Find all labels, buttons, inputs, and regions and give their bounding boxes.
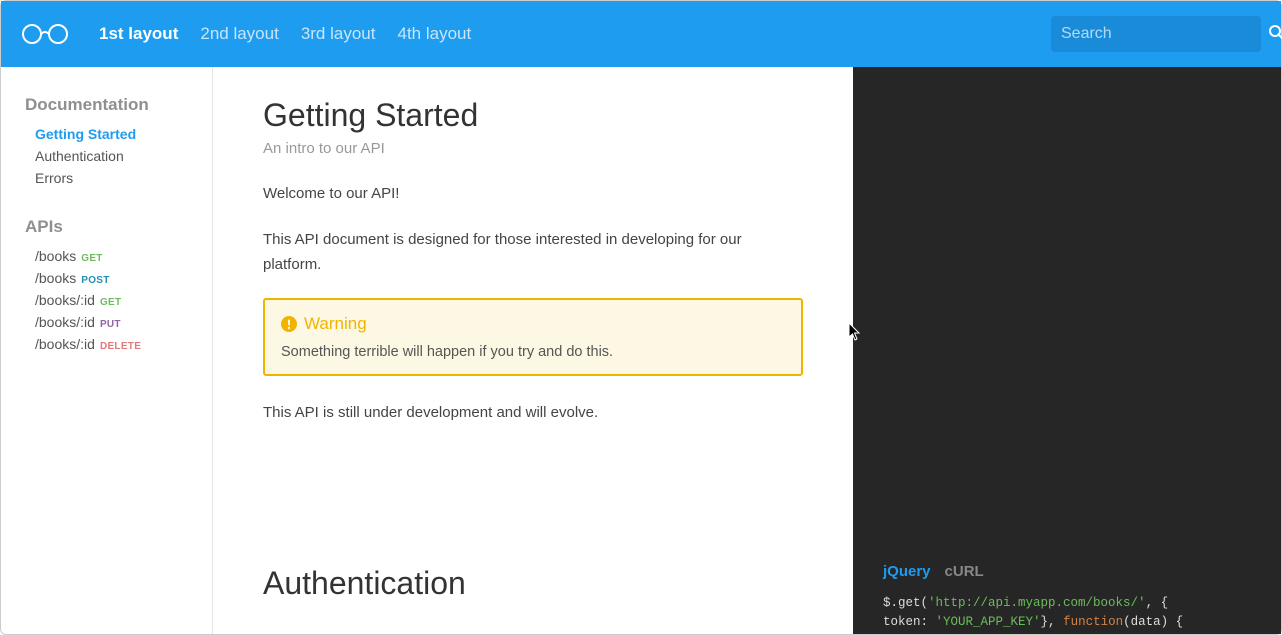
sidebar-item-authentication[interactable]: Authentication: [25, 145, 212, 167]
nav-links: 1st layout 2nd layout 3rd layout 4th lay…: [99, 24, 1051, 44]
section-title: Authentication: [263, 565, 803, 602]
nav-link-2[interactable]: 2nd layout: [200, 24, 278, 44]
sidebar-item-books-post[interactable]: /books POST: [25, 267, 212, 289]
nav-link-3[interactable]: 3rd layout: [301, 24, 376, 44]
content-wrap: Getting Started An intro to our API Welc…: [213, 67, 1281, 634]
page-title: Getting Started: [263, 97, 803, 134]
topbar: 1st layout 2nd layout 3rd layout 4th lay…: [1, 1, 1281, 67]
sidebar-heading: Documentation: [25, 95, 212, 115]
warning-icon: [281, 316, 297, 332]
content-column: Getting Started An intro to our API Welc…: [213, 67, 853, 535]
code-block[interactable]: $.get('http://api.myapp.com/books/', { t…: [883, 594, 1251, 634]
callout-title: Warning: [281, 314, 785, 334]
section-authentication: Authentication You need to be authentica…: [263, 565, 803, 634]
method-badge: GET: [100, 297, 121, 308]
paragraph: This API is still under development and …: [263, 400, 803, 426]
code-tab-curl[interactable]: cURL: [945, 563, 984, 580]
main: Documentation Getting Started Authentica…: [1, 67, 1281, 634]
section-getting-started: Getting Started An intro to our API Welc…: [263, 97, 803, 465]
code-column: jQuery cURL $.get('http://api.myapp.com/…: [853, 535, 1281, 634]
sidebar-item-books-id-get[interactable]: /books/:id GET: [25, 289, 212, 311]
method-badge: GET: [81, 253, 102, 264]
sidebar-item-errors[interactable]: Errors: [25, 167, 212, 189]
sidebar-item-label: /books/:id: [35, 336, 95, 352]
sidebar-section-apis: APIs /booksGET /booksPOST /books/:idGET …: [25, 217, 212, 355]
logo[interactable]: [21, 23, 69, 45]
sidebar: Documentation Getting Started Authentica…: [1, 67, 213, 634]
page-subtitle: An intro to our API: [263, 140, 803, 157]
paragraph: You need to be authenticated for all API…: [263, 630, 803, 634]
sidebar-item-label: /books/:id: [35, 292, 95, 308]
sidebar-heading: APIs: [25, 217, 212, 237]
sidebar-item-books-id-delete[interactable]: /books/:id DELETE: [25, 333, 212, 355]
sidebar-item-label: Authentication: [35, 148, 124, 164]
callout-body: Something terrible will happen if you tr…: [281, 344, 785, 360]
code-tab-jquery[interactable]: jQuery: [883, 563, 931, 580]
code-column: [853, 67, 1281, 535]
paragraph: This API document is designed for those …: [263, 227, 803, 278]
paragraph: Welcome to our API!: [263, 181, 803, 207]
callout-title-text: Warning: [304, 314, 367, 334]
sidebar-item-label: /books: [35, 270, 76, 286]
sidebar-section-docs: Documentation Getting Started Authentica…: [25, 95, 212, 189]
sidebar-item-label: /books: [35, 248, 76, 264]
search-icon[interactable]: [1268, 24, 1282, 45]
warning-callout: Warning Something terrible will happen i…: [263, 298, 803, 376]
code-tabs: jQuery cURL: [883, 563, 1251, 580]
method-badge: DELETE: [100, 341, 141, 352]
sidebar-item-label: Getting Started: [35, 126, 136, 142]
sidebar-item-getting-started[interactable]: Getting Started: [25, 123, 212, 145]
sidebar-item-label: /books/:id: [35, 314, 95, 330]
search-box[interactable]: [1051, 16, 1261, 52]
sidebar-item-label: Errors: [35, 170, 73, 186]
method-badge: POST: [81, 275, 109, 286]
nav-link-4[interactable]: 4th layout: [397, 24, 471, 44]
sidebar-item-books-id-put[interactable]: /books/:id PUT: [25, 311, 212, 333]
sidebar-item-books-get[interactable]: /books GET: [25, 245, 212, 267]
method-badge: PUT: [100, 319, 121, 330]
nav-link-1[interactable]: 1st layout: [99, 24, 178, 44]
content-column: Authentication You need to be authentica…: [213, 535, 853, 634]
search-input[interactable]: [1061, 25, 1268, 43]
glasses-icon: [21, 23, 69, 45]
